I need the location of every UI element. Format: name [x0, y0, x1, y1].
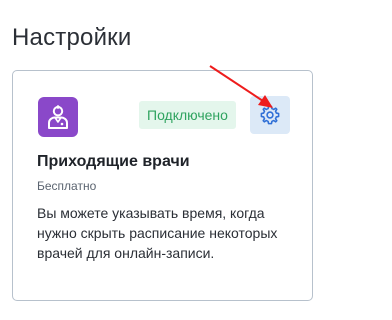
settings-button[interactable] — [250, 96, 290, 134]
card-price: Бесплатно — [37, 179, 97, 193]
doctor-icon — [48, 105, 68, 129]
page-title: Настройки — [12, 24, 132, 51]
card-title: Приходящие врачи — [37, 153, 190, 170]
gear-icon — [260, 105, 280, 125]
app-icon — [38, 97, 78, 137]
card-description: Вы можете указывать время, когда нужно с… — [37, 205, 278, 261]
status-badge: Подключено — [139, 101, 236, 129]
integration-card: Подключено Приходящие врачи Бесплатно Вы… — [12, 70, 313, 301]
